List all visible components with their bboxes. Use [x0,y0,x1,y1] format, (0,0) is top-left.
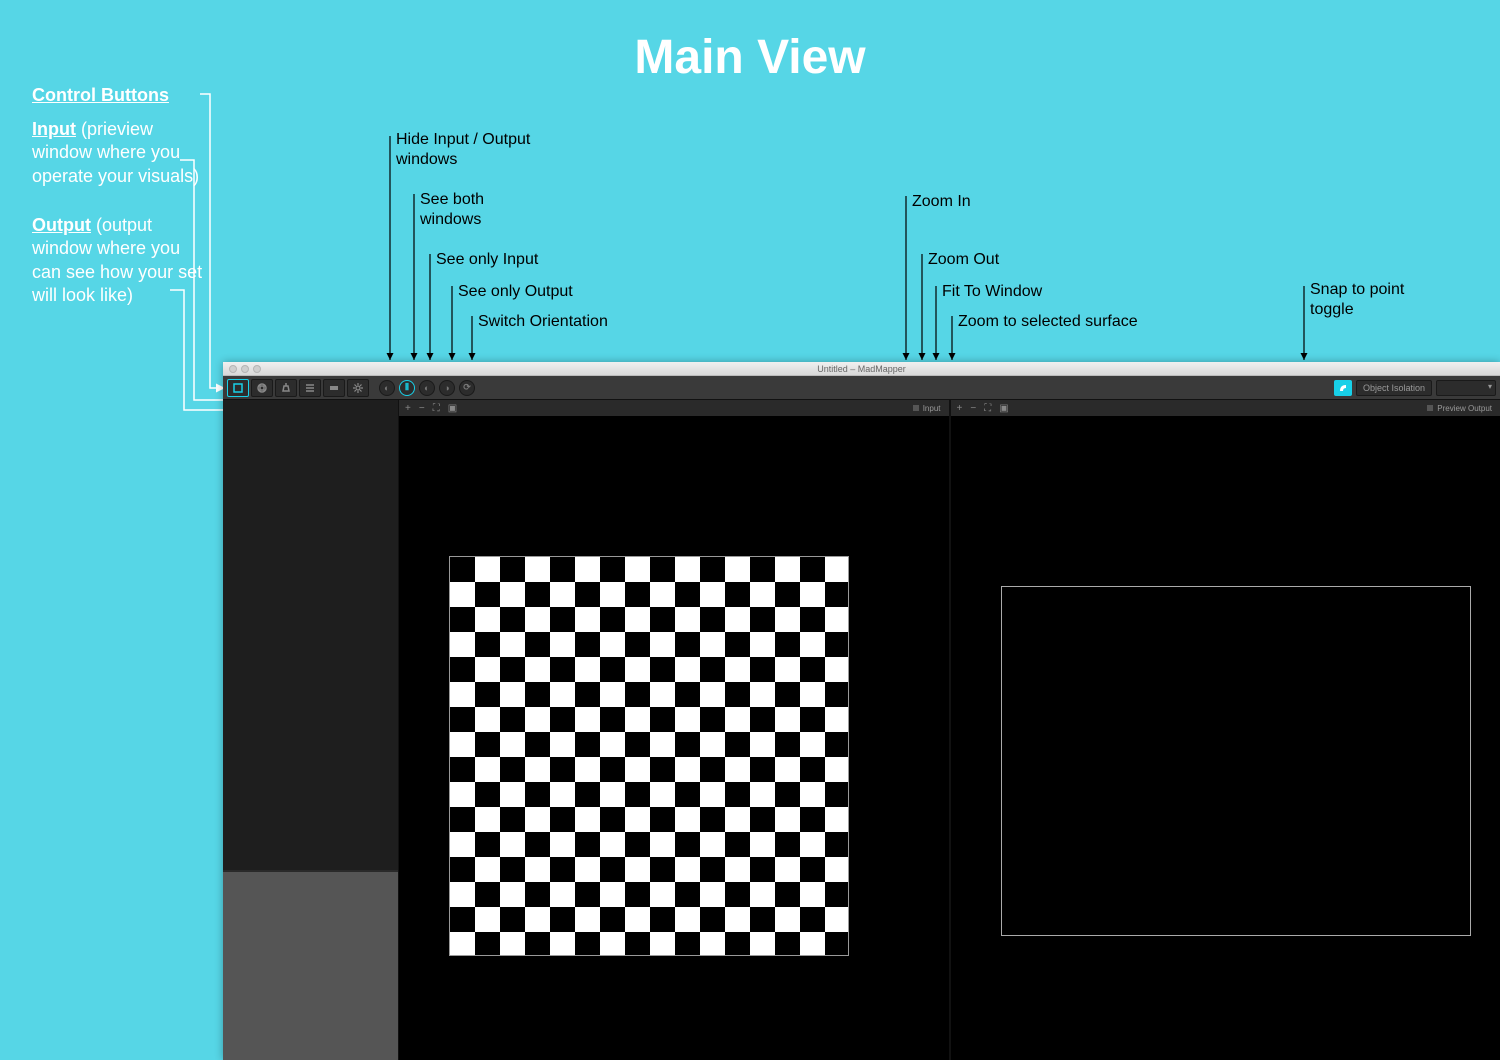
app-toolbar: ◐ ⦀ ◐ ◑ ⟳ Object Isolation [223,376,1500,400]
zoom-out-button[interactable]: − [419,403,425,414]
object-isolation-select[interactable] [1436,380,1496,396]
input-pane-label: Input [913,404,941,413]
label-control-buttons-text: Control Buttons [32,85,169,105]
app-body: + − ⛶ ▣ Input + − ⛶ ▣ Preview Output [223,400,1500,1060]
output-pane: + − ⛶ ▣ Preview Output [951,400,1500,1060]
output-surface-rect[interactable] [1001,586,1471,936]
zoom-icon[interactable] [253,365,261,373]
callout-fit-window: Fit To Window [942,282,1042,302]
window-traffic-lights[interactable] [229,365,261,373]
callout-zoom-in: Zoom In [912,192,971,212]
minimize-icon[interactable] [241,365,249,373]
panes-container: + − ⛶ ▣ Input + − ⛶ ▣ Preview Output [399,400,1500,1060]
sidebar-preview [223,870,398,1060]
list-button[interactable] [299,379,321,397]
callout-see-input: See only Input [436,250,538,270]
sidebar [223,400,399,1060]
see-input-button[interactable]: ◐ [419,380,435,396]
callout-see-output: See only Output [458,282,573,302]
callout-hide-io: Hide Input / Output windows [396,130,556,170]
label-input: Input (prieview window where you operate… [32,118,212,188]
see-both-button[interactable]: ⦀ [399,380,415,396]
input-pane-toolbar: + − ⛶ ▣ Input [399,400,949,416]
toolbar-view-group: ◐ ⦀ ◐ ◑ ⟳ [379,380,475,396]
sidebar-list[interactable] [223,400,398,870]
output-pane-label: Preview Output [1427,404,1492,413]
see-output-button[interactable]: ◑ [439,380,455,396]
switch-orientation-button[interactable]: ⟳ [459,380,475,396]
label-input-title: Input [32,119,76,139]
zoom-in-button[interactable]: + [957,403,963,414]
surfaces-button[interactable] [227,379,249,397]
callout-snap: Snap to point toggle [1310,280,1450,320]
callout-see-both: See both windows [420,190,540,230]
output-canvas[interactable] [951,416,1500,1060]
output-pane-toolbar: + − ⛶ ▣ Preview Output [951,400,1500,416]
app-window: Untitled – MadMapper ◐ ⦀ [223,362,1500,1060]
hide-io-button[interactable]: ◐ [379,380,395,396]
page-title: Main View [0,30,1500,85]
toolbar-right-group: Object Isolation [1334,380,1496,396]
close-icon[interactable] [229,365,237,373]
checkerboard-surface[interactable] [449,556,849,956]
app-titlebar: Untitled – MadMapper [223,362,1500,376]
callout-zoom-out: Zoom Out [928,250,999,270]
object-isolation-label: Object Isolation [1356,380,1432,396]
input-canvas[interactable] [399,416,949,1060]
label-output-title: Output [32,215,91,235]
input-pane: + − ⛶ ▣ Input [399,400,949,1060]
label-control-buttons: Control Buttons [32,84,169,107]
callout-switch-orient: Switch Orientation [478,312,608,332]
mask-button[interactable] [251,379,273,397]
fit-window-button[interactable]: ⛶ [433,403,440,414]
media-button[interactable] [323,379,345,397]
zoom-selected-button[interactable]: ▣ [999,403,1008,414]
toolbar-left-group [223,379,373,397]
zoom-out-button[interactable]: − [970,403,976,414]
zoom-in-button[interactable]: + [405,403,411,414]
callout-zoom-selected: Zoom to selected surface [958,312,1138,332]
app-title: Untitled – MadMapper [817,364,906,374]
fixtures-button[interactable] [275,379,297,397]
settings-button[interactable] [347,379,369,397]
zoom-selected-button[interactable]: ▣ [448,403,457,414]
snap-toggle-button[interactable] [1334,380,1352,396]
fit-window-button[interactable]: ⛶ [984,403,991,414]
label-output: Output (output window where you can see … [32,214,212,308]
